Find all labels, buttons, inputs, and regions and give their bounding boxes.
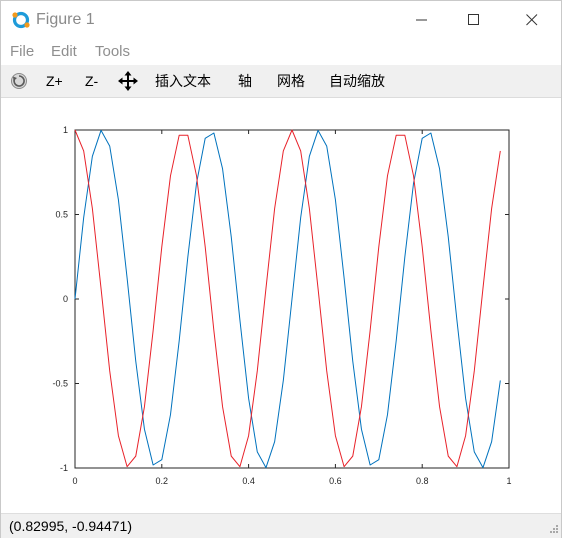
x-tick-label: 0.8: [416, 476, 429, 486]
y-tick-label: 0: [63, 294, 68, 304]
title-bar[interactable]: Figure 1: [1, 1, 561, 39]
close-button[interactable]: [509, 1, 555, 39]
axis-button[interactable]: 轴: [238, 65, 252, 97]
minimize-button[interactable]: [399, 1, 445, 39]
x-tick-label: 0: [72, 476, 77, 486]
window-title: Figure 1: [36, 11, 95, 28]
maximize-icon: [468, 14, 479, 25]
cursor-coordinates: (0.82995, -0.94471): [9, 518, 132, 534]
x-tick-label: 0.4: [242, 476, 255, 486]
insert-text-button[interactable]: 插入文本: [155, 65, 211, 97]
close-icon: [526, 14, 538, 26]
minimize-icon: [416, 19, 427, 21]
figure-toolbar: Z+ Z- 插入文本 轴 网格 自动缩放: [1, 65, 561, 98]
chart-svg[interactable]: 0 0.2 0.4 0.6 0.8 1 1 0.5 0 -0.5 -1: [1, 98, 561, 513]
y-tick-label: 1: [63, 125, 68, 135]
figure-window: Figure 1 File Edit Tools Z+ Z- 插入文本 轴 网格…: [0, 0, 562, 538]
status-bar: (0.82995, -0.94471): [1, 513, 561, 538]
rotate-icon[interactable]: [10, 72, 28, 90]
x-tick-label: 1: [506, 476, 511, 486]
maximize-button[interactable]: [451, 1, 497, 39]
grid-button[interactable]: 网格: [277, 65, 305, 97]
x-tick-label: 0.6: [329, 476, 342, 486]
zoom-out-button[interactable]: Z-: [85, 65, 98, 97]
plot-canvas[interactable]: 0 0.2 0.4 0.6 0.8 1 1 0.5 0 -0.5 -1: [1, 98, 561, 513]
zoom-in-button[interactable]: Z+: [46, 65, 63, 97]
y-tick-label: -0.5: [52, 379, 68, 389]
y-tick-label: 0.5: [55, 210, 68, 220]
menu-edit[interactable]: Edit: [51, 43, 77, 60]
menu-file[interactable]: File: [10, 43, 34, 60]
y-tick-label: -1: [60, 463, 68, 473]
menu-tools[interactable]: Tools: [95, 43, 130, 60]
x-tick-label: 0.2: [156, 476, 169, 486]
octave-app-icon: [12, 11, 30, 29]
menu-bar: File Edit Tools: [1, 39, 561, 65]
resize-grip-icon[interactable]: [547, 524, 559, 536]
autoscale-button[interactable]: 自动缩放: [329, 65, 385, 97]
pan-icon[interactable]: [118, 71, 138, 91]
